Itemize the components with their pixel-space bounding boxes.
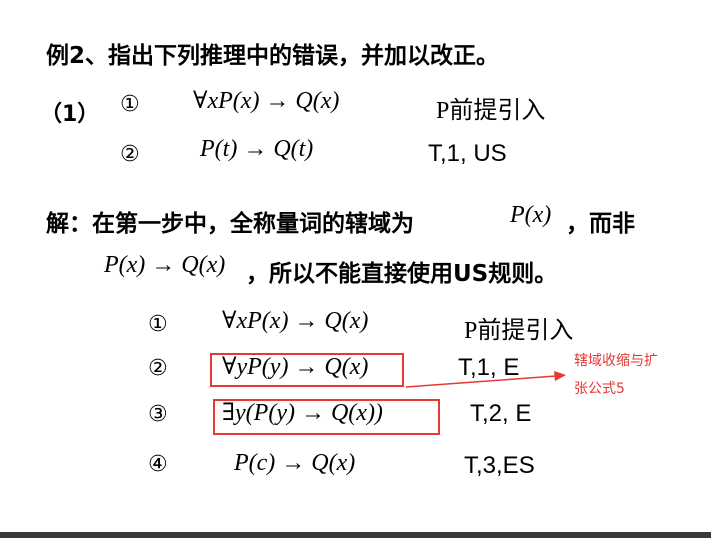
annotation-label-line-1: 辖域收缩与扩 <box>574 353 658 369</box>
original-step-1-formula: ∀xP(x) → Q(x) <box>193 88 340 114</box>
original-step-2-number: ② <box>120 142 140 167</box>
original-step-2-rule: T,1, US <box>428 140 507 167</box>
page-title: 例2、指出下列推理中的错误，并加以改正。 <box>46 43 500 69</box>
corrected-step-2-rule: T,1, E <box>458 354 520 381</box>
original-step-2-formula: P(t) → Q(t) <box>200 136 314 162</box>
original-step-1-rule: P前提引入 <box>436 98 546 124</box>
solution-line-2-suffix: ，所以不能直接使用US规则。 <box>246 261 558 287</box>
solution-line-2-formula: P(x) → Q(x) <box>104 252 226 278</box>
corrected-step-2-number: ② <box>148 356 168 381</box>
corrected-step-4-number: ④ <box>148 452 168 477</box>
original-step-1-number: ① <box>120 92 140 117</box>
corrected-step-2-formula: ∀yP(y) → Q(x) <box>222 354 369 380</box>
corrected-step-3-formula: ∃y(P(y) → Q(x)) <box>222 400 383 426</box>
solution-line-1-text: 解：在第一步中，全称量词的辖域为 <box>46 211 414 237</box>
corrected-step-1-rule: P前提引入 <box>464 318 574 344</box>
corrected-step-4-formula: P(c) → Q(x) <box>234 450 356 476</box>
corrected-step-1-formula: ∀xP(x) → Q(x) <box>222 308 369 334</box>
part-label: （1） <box>40 102 100 127</box>
annotation-label-line-2: 张公式5 <box>574 381 625 397</box>
corrected-step-3-rule: T,2, E <box>470 400 532 427</box>
solution-line-1-suffix: ，而非 <box>566 211 635 237</box>
corrected-step-1-number: ① <box>148 312 168 337</box>
corrected-step-3-number: ③ <box>148 402 168 427</box>
solution-line-1-formula: P(x) <box>510 202 552 228</box>
corrected-step-4-rule: T,3,ES <box>464 452 535 479</box>
bottom-bar <box>0 532 711 538</box>
